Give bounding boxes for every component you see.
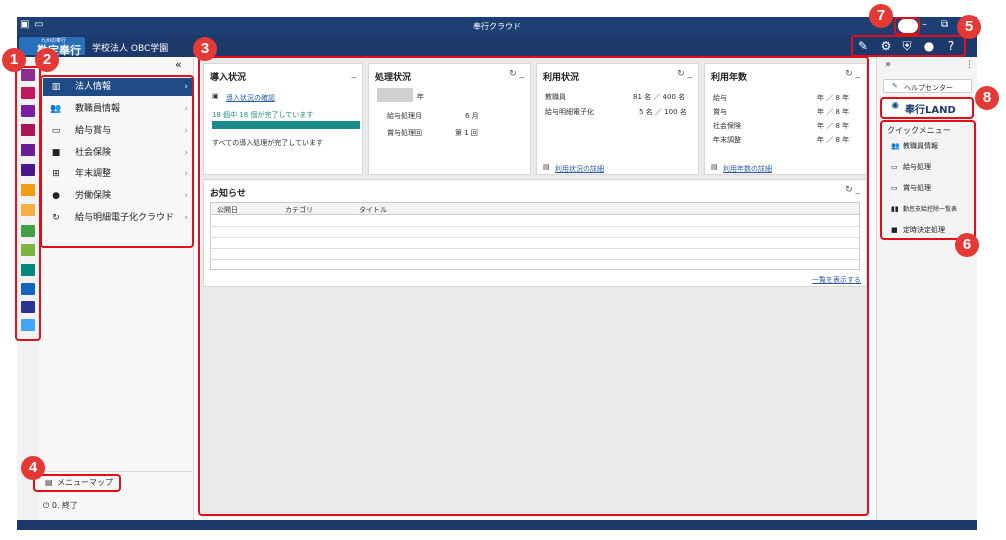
- app-header: 九州の奉行 勘定奉行 学校法人 OBC学園 ✎ ⚙ ⛨ ● ?: [17, 35, 977, 57]
- title-bar: ▣ ▭ 奉行クラウド – ⧉: [17, 17, 977, 35]
- power-icon: ⏻: [43, 501, 50, 510]
- annotation-badge: 2: [35, 48, 59, 72]
- highlight-box: [894, 17, 920, 35]
- highlight-box: [15, 66, 41, 341]
- highlight-box: [880, 97, 974, 119]
- annotation-badge: 6: [955, 233, 979, 257]
- highlight-box: [40, 75, 194, 248]
- help-center-label: ヘルプセンター: [904, 84, 953, 92]
- collapse-button[interactable]: «: [175, 58, 182, 71]
- annotation-badge: 4: [21, 456, 45, 480]
- minimize-button[interactable]: –: [922, 19, 927, 30]
- help-icon: ✎: [892, 82, 898, 90]
- highlight-box: [33, 474, 121, 492]
- highlight-box: [880, 120, 976, 240]
- status-bar: [17, 520, 977, 530]
- divider: [39, 471, 193, 472]
- annotation-badge: 3: [193, 37, 217, 61]
- company-name: 学校法人 OBC学園: [92, 44, 169, 54]
- highlight-box: [198, 56, 869, 516]
- more-icon[interactable]: ⋮: [965, 60, 974, 70]
- annotation-badge: 8: [975, 86, 999, 110]
- help-center-button[interactable]: ✎ ヘルプセンター: [883, 79, 972, 93]
- annotation-badge: 7: [869, 4, 893, 28]
- window-title: 奉行クラウド: [473, 22, 521, 31]
- exit-button[interactable]: ⏻ 0. 終了: [43, 500, 78, 511]
- highlight-box: [851, 35, 966, 57]
- expand-button[interactable]: »: [885, 59, 891, 70]
- annotation-badge: 5: [957, 15, 981, 39]
- restore-button[interactable]: ⧉: [941, 19, 948, 30]
- annotation-badge: 1: [2, 48, 26, 72]
- exit-label: 0. 終了: [51, 501, 79, 510]
